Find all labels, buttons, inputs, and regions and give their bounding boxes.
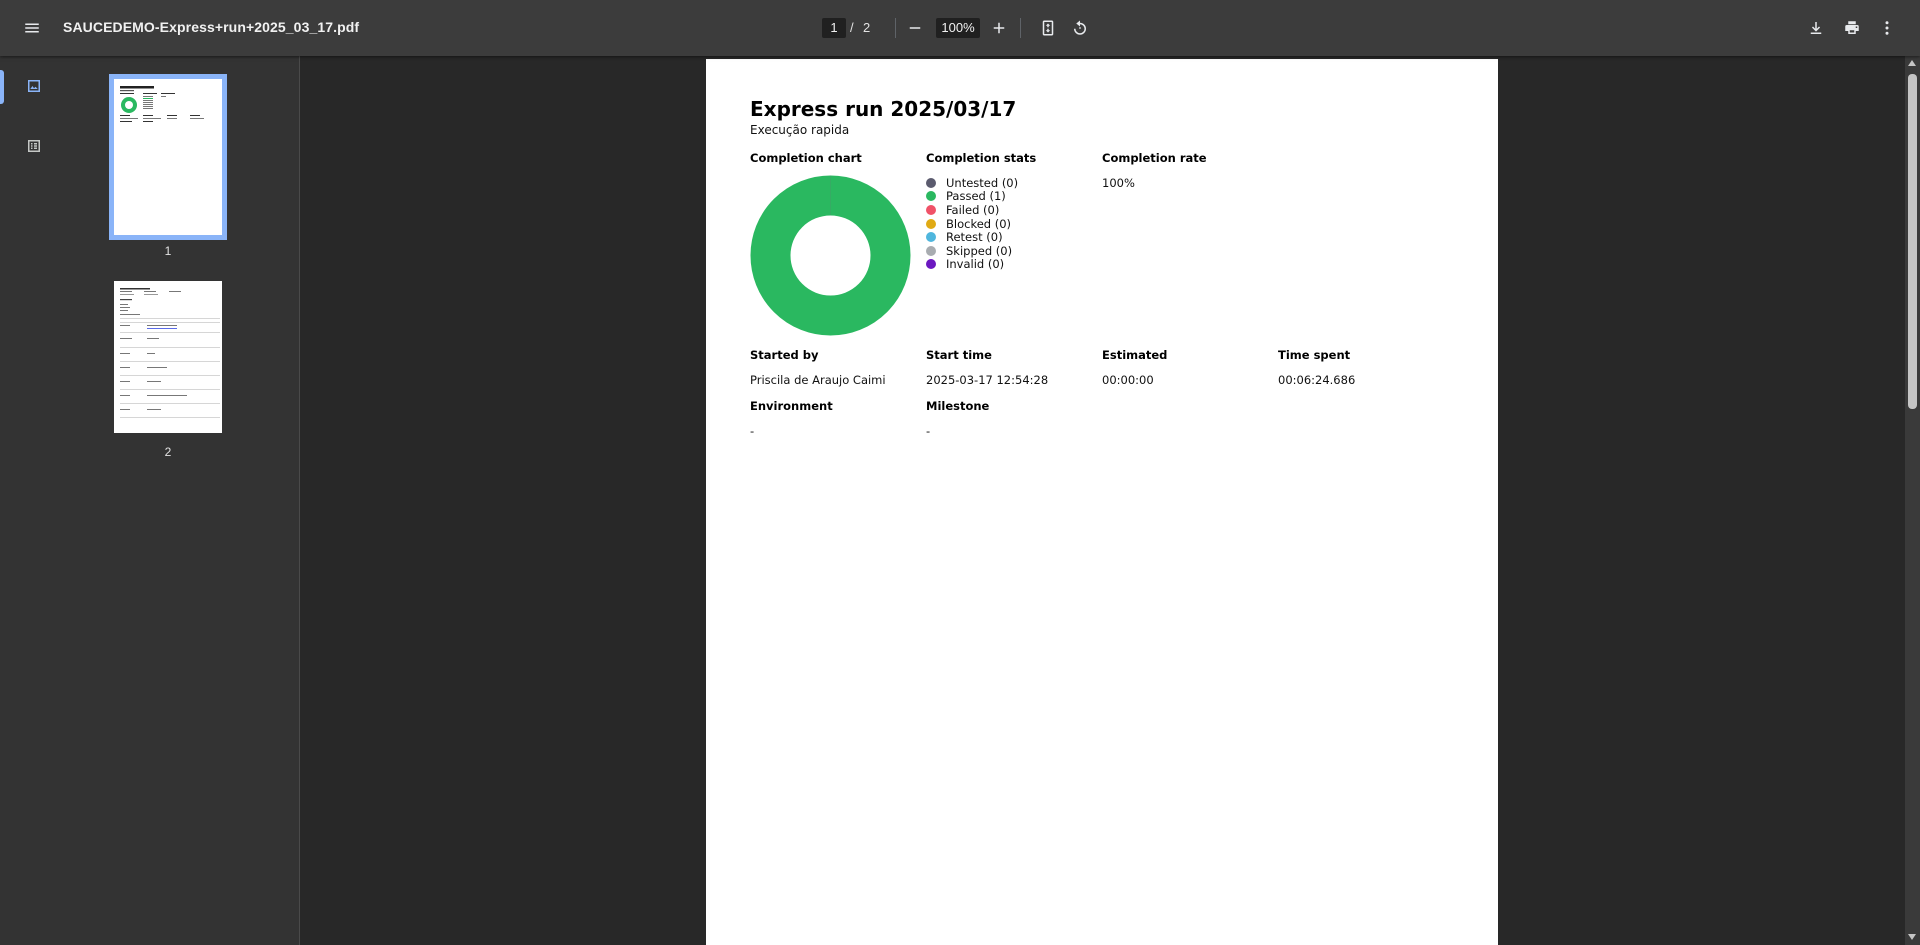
toolbar-divider — [895, 18, 896, 38]
time-spent-value: 00:06:24.686 — [1278, 373, 1356, 387]
document-title: SAUCEDEMO-Express+run+2025_03_17.pdf — [63, 19, 360, 35]
plus-icon — [993, 22, 1005, 34]
time-spent-heading: Time spent — [1278, 348, 1351, 362]
legend-label: Passed (1) — [946, 189, 1006, 204]
start-time-value: 2025-03-17 12:54:28 — [926, 373, 1049, 387]
vertical-scrollbar[interactable] — [1905, 56, 1920, 945]
completion-donut-chart — [750, 175, 911, 336]
completion-rate-value: 100% — [1102, 176, 1135, 190]
milestone-heading: Milestone — [926, 399, 990, 413]
environment-heading: Environment — [750, 399, 833, 413]
page-number-input[interactable] — [822, 18, 846, 38]
legend-label: Invalid (0) — [946, 257, 1005, 272]
thumbnail-page-number: 2 — [164, 445, 172, 459]
pdf-page-1: Express run 2025/03/17 Execução rapida C… — [706, 59, 1498, 945]
scroll-down-arrow[interactable] — [1908, 934, 1916, 940]
completion-stats-legend: Untested (0) Passed (1) Failed (0) Blocked … — [926, 176, 1018, 271]
legend-label: Failed (0) — [946, 202, 1000, 217]
menu-icon — [25, 23, 39, 33]
legend-swatch — [926, 259, 936, 270]
legend-item: Skipped (0) — [926, 244, 1018, 258]
download-icon — [1810, 22, 1822, 34]
milestone-value: - — [926, 424, 931, 438]
legend-label: Blocked (0) — [946, 216, 1012, 231]
active-indicator — [0, 70, 4, 104]
zoom-in-button[interactable] — [983, 12, 1015, 44]
legend-label: Untested (0) — [946, 175, 1019, 190]
legend-item: Untested (0) — [926, 176, 1018, 190]
thumbnail-page-number: 1 — [164, 244, 172, 258]
report-title: Express run 2025/03/17 — [750, 97, 1017, 121]
thumbnails-view-button[interactable] — [18, 70, 50, 102]
completion-stats-heading: Completion stats — [926, 151, 1037, 165]
started-by-heading: Started by — [750, 348, 819, 362]
scroll-up-arrow[interactable] — [1908, 60, 1916, 66]
thumbnail-sidebar: 1 2 — [0, 56, 300, 945]
legend-swatch — [926, 232, 936, 243]
minus-icon — [909, 27, 921, 29]
completion-chart-heading: Completion chart — [750, 151, 862, 165]
print-icon — [1845, 21, 1859, 34]
download-button[interactable] — [1800, 12, 1832, 44]
environment-value: - — [750, 424, 755, 438]
report-subtitle: Execução rapida — [750, 123, 850, 137]
fit-page-button[interactable] — [1032, 12, 1064, 44]
scrollbar-thumb[interactable] — [1908, 74, 1917, 409]
zoom-input[interactable] — [936, 18, 980, 38]
legend-item: Blocked (0) — [926, 217, 1018, 231]
estimated-value: 00:00:00 — [1102, 373, 1154, 387]
menu-button[interactable] — [16, 12, 48, 44]
print-button[interactable] — [1836, 12, 1868, 44]
sidebar-rail — [0, 56, 64, 945]
page-thumbnail-2[interactable] — [114, 281, 222, 433]
list-icon — [28, 140, 40, 152]
start-time-heading: Start time — [926, 348, 992, 362]
fit-page-icon — [1042, 20, 1054, 36]
pdf-toolbar: SAUCEDEMO-Express+run+2025_03_17.pdf / 2 — [0, 0, 1920, 56]
legend-item: Invalid (0) — [926, 257, 1018, 272]
thumbnail-preview — [120, 86, 204, 122]
legend-swatch — [926, 218, 936, 229]
page-total: 2 — [863, 20, 871, 35]
toolbar-divider — [1020, 18, 1021, 38]
zoom-out-button[interactable] — [899, 12, 931, 44]
rotate-icon — [1074, 20, 1086, 35]
legend-swatch — [926, 191, 936, 202]
thumbnail-preview — [120, 288, 220, 418]
legend-label: Skipped (0) — [946, 243, 1013, 258]
image-icon — [28, 80, 40, 92]
page-separator: / — [850, 20, 854, 35]
completion-rate-heading: Completion rate — [1102, 151, 1207, 165]
legend-item: Passed (1) — [926, 189, 1018, 204]
legend-item: Retest (0) — [926, 230, 1018, 244]
started-by-value: Priscila de Araujo Caimi — [750, 373, 886, 387]
more-options-button[interactable] — [1871, 12, 1903, 44]
rotate-button[interactable] — [1064, 12, 1096, 44]
outline-view-button[interactable] — [18, 130, 50, 162]
estimated-heading: Estimated — [1102, 348, 1168, 362]
legend-swatch — [926, 177, 936, 188]
legend-swatch — [926, 245, 936, 256]
more-vert-icon — [1885, 21, 1889, 35]
legend-label: Retest (0) — [946, 230, 1003, 245]
legend-item: Failed (0) — [926, 203, 1018, 217]
page-thumbnail-1[interactable] — [109, 74, 227, 240]
legend-swatch — [926, 204, 936, 215]
